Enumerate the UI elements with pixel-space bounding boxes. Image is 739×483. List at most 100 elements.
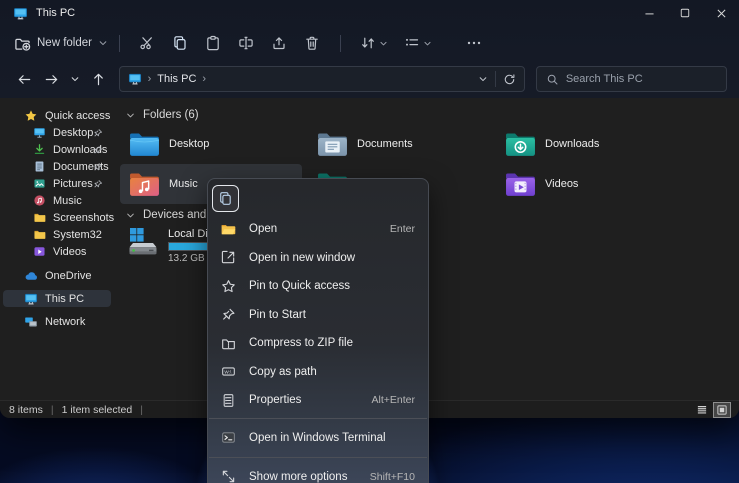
sidebar-item-network[interactable]: Network xyxy=(3,313,111,330)
sidebar-item-downloads[interactable]: Downloads xyxy=(3,141,111,158)
copy-button[interactable] xyxy=(164,30,197,56)
chevron-down-icon xyxy=(126,211,135,220)
desktop-screen: This PC New folder xyxy=(0,0,739,483)
tile-label: Documents xyxy=(357,138,413,150)
context-menu-item-compress-zip[interactable]: Compress to ZIP file xyxy=(208,329,428,358)
context-menu-label: Open xyxy=(249,223,390,235)
sidebar-item-this-pc[interactable]: This PC xyxy=(3,290,111,307)
terminal-icon xyxy=(220,430,236,445)
sidebar-item-pictures[interactable]: Pictures xyxy=(3,175,111,192)
sidebar-item-label: This PC xyxy=(45,293,84,305)
forward-button[interactable] xyxy=(39,67,64,92)
delete-button[interactable] xyxy=(296,30,329,56)
section-header-folders[interactable]: Folders (6) xyxy=(120,106,739,124)
context-menu-item-properties[interactable]: Properties Alt+Enter xyxy=(208,386,428,415)
view-options-button[interactable] xyxy=(396,35,440,51)
large-icons-view-button[interactable] xyxy=(714,403,730,417)
zip-folder-icon xyxy=(220,336,236,351)
sidebar-item-onedrive[interactable]: OneDrive xyxy=(3,267,111,284)
address-dropdown-icon[interactable] xyxy=(478,74,488,84)
context-menu-item-open[interactable]: Open Enter xyxy=(208,215,428,244)
share-button[interactable] xyxy=(263,30,296,56)
context-menu-shortcut: Shift+F10 xyxy=(370,471,415,483)
more-options-button[interactable] xyxy=(458,30,491,56)
desktop-icon xyxy=(33,126,46,139)
close-button[interactable] xyxy=(703,0,739,26)
music-disc-icon xyxy=(33,194,46,207)
status-divider: | xyxy=(140,404,143,416)
copy-icon xyxy=(218,191,233,206)
chevron-down-icon xyxy=(126,111,135,120)
crumb-separator: › xyxy=(202,73,206,85)
sidebar-item-label: Pictures xyxy=(53,178,93,190)
sidebar-item-quick-access[interactable]: Quick access xyxy=(3,107,111,124)
sort-icon xyxy=(360,35,376,51)
sidebar-item-label: System32 xyxy=(53,229,102,241)
window-title: This PC xyxy=(36,7,75,19)
picture-icon xyxy=(33,177,46,190)
pin-icon xyxy=(220,307,236,322)
status-divider: | xyxy=(51,404,54,416)
title-bar: This PC xyxy=(0,0,739,26)
sidebar-item-label: Music xyxy=(53,195,82,207)
address-bar[interactable]: › This PC › xyxy=(119,66,525,92)
context-menu-label: Copy as path xyxy=(249,366,415,378)
context-menu-shortcut: Enter xyxy=(390,223,415,235)
context-menu-item-open-new-window[interactable]: Open in new window xyxy=(208,244,428,273)
folder-tile-documents[interactable]: Documents xyxy=(308,124,490,164)
search-box[interactable] xyxy=(536,66,727,92)
context-menu-label: Properties xyxy=(249,394,372,406)
pin-icon xyxy=(93,128,103,138)
folder-tile-downloads[interactable]: Downloads xyxy=(496,124,678,164)
context-menu-item-copy-as-path[interactable]: W:\ Copy as path xyxy=(208,358,428,387)
sort-button[interactable] xyxy=(352,35,396,51)
sidebar-item-videos[interactable]: Videos xyxy=(3,243,111,260)
new-folder-button[interactable]: New folder xyxy=(14,35,108,52)
paste-button[interactable] xyxy=(197,30,230,56)
open-new-window-icon xyxy=(220,250,236,265)
search-input[interactable] xyxy=(566,73,706,85)
sidebar-item-system32[interactable]: System32 xyxy=(3,226,111,243)
rename-button[interactable] xyxy=(230,30,263,56)
context-menu-label: Pin to Start xyxy=(249,309,415,321)
toolbar-separator xyxy=(340,35,341,52)
folder-tile-desktop[interactable]: Desktop xyxy=(120,124,302,164)
context-menu-item-pin-to-quick-access[interactable]: Pin to Quick access xyxy=(208,272,428,301)
command-toolbar: New folder xyxy=(0,26,739,60)
back-button[interactable] xyxy=(12,67,37,92)
pin-icon xyxy=(93,162,103,172)
view-options-icon xyxy=(404,35,420,51)
up-button[interactable] xyxy=(86,67,111,92)
navigation-bar: › This PC › xyxy=(0,60,739,98)
folder-icon xyxy=(33,228,46,241)
download-arrow-icon xyxy=(33,143,46,156)
sidebar-item-label: Desktop xyxy=(53,127,93,139)
cut-button[interactable] xyxy=(131,30,164,56)
context-menu-label: Open in new window xyxy=(249,252,415,264)
minimize-button[interactable] xyxy=(631,0,667,26)
context-menu-separator xyxy=(209,418,427,419)
folder-videos-icon xyxy=(504,171,537,198)
sidebar-item-music[interactable]: Music xyxy=(3,192,111,209)
video-icon xyxy=(33,245,46,258)
search-icon xyxy=(546,73,559,86)
recent-locations-button[interactable] xyxy=(66,67,84,92)
context-menu-item-show-more-options[interactable]: Show more options Shift+F10 xyxy=(208,461,428,483)
sidebar-item-desktop[interactable]: Desktop xyxy=(3,124,111,141)
new-folder-icon xyxy=(14,35,31,52)
refresh-icon[interactable] xyxy=(503,73,516,86)
details-view-button[interactable] xyxy=(694,403,710,417)
tile-label: Desktop xyxy=(169,138,209,150)
context-menu-label: Compress to ZIP file xyxy=(249,337,415,349)
sidebar-item-documents[interactable]: Documents xyxy=(3,158,111,175)
context-menu-item-open-windows-terminal[interactable]: Open in Windows Terminal xyxy=(208,422,428,454)
maximize-button[interactable] xyxy=(667,0,703,26)
breadcrumb-this-pc[interactable]: This PC xyxy=(157,73,196,85)
sidebar-item-screenshots[interactable]: Screenshots xyxy=(3,209,111,226)
folder-documents-icon xyxy=(316,131,349,158)
folder-tile-videos[interactable]: Videos xyxy=(496,164,678,204)
sidebar-item-label: OneDrive xyxy=(45,270,91,282)
copy-quick-button[interactable] xyxy=(212,185,239,212)
context-menu-item-pin-to-start[interactable]: Pin to Start xyxy=(208,301,428,330)
navigation-pane: Quick access Desktop Downloads Documents xyxy=(0,98,114,400)
